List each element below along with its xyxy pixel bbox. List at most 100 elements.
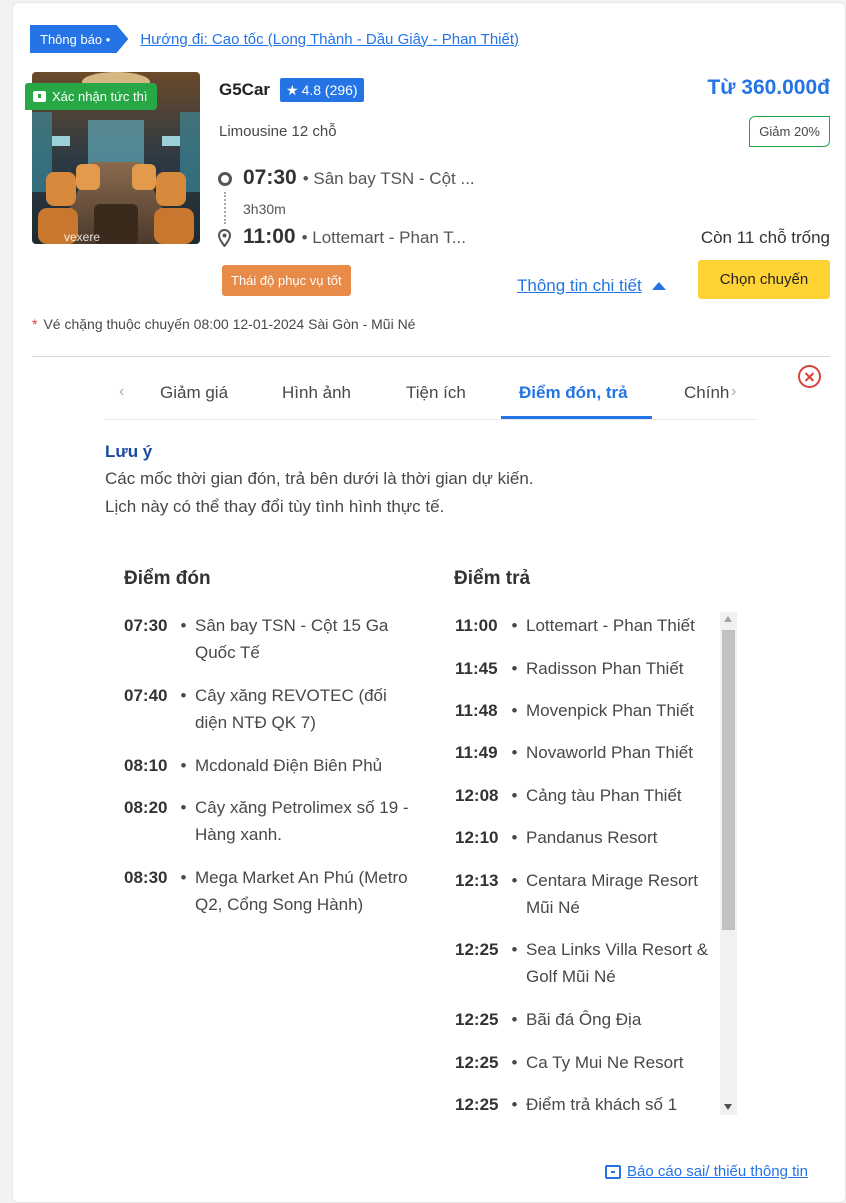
stop-time: 12:25 — [455, 940, 499, 959]
stop-place: Movenpick Phan Thiết — [526, 701, 694, 720]
instant-confirm-label: Xác nhận tức thì — [52, 89, 148, 104]
stop-bullet: • — [180, 756, 187, 775]
location-pin-icon — [218, 229, 231, 247]
detail-info-label: Thông tin chi tiết — [517, 276, 642, 295]
tab-amenities[interactable]: Tiện ích — [406, 383, 466, 403]
stop-place: Điểm trả khách số 1 — [526, 1095, 678, 1114]
instant-confirm-badge: Xác nhận tức thì — [25, 83, 158, 110]
stop-bullet: • — [511, 743, 518, 762]
discount-badge: Giảm 20% — [749, 116, 830, 147]
tab-policy[interactable]: Chính sách — [684, 383, 732, 403]
stop-place: Ca Ty Mui Ne Resort — [526, 1053, 684, 1072]
scrollbar-thumb[interactable] — [722, 630, 735, 930]
stop-row: 08:10 • Mcdonald Điện Biên Phủ — [124, 752, 414, 779]
stop-place: Sân bay TSN - Cột 15 Ga Quốc Tế — [195, 616, 389, 662]
star-icon: ★ — [286, 81, 299, 98]
departure-dot-icon — [218, 172, 232, 186]
arrival-time: 11:00 — [243, 225, 296, 248]
report-link[interactable]: Báo cáo sai/ thiếu thông tin — [605, 1163, 808, 1180]
choose-trip-button[interactable]: Chọn chuyến — [698, 260, 830, 299]
stop-row: 12:25 • Sea Links Villa Resort & Golf Mũi … — [455, 936, 717, 990]
tab-next-icon[interactable]: › — [731, 383, 736, 401]
stop-time: 12:13 — [455, 871, 499, 890]
stop-bullet: • — [511, 616, 518, 635]
stop-time: 11:49 — [455, 743, 498, 762]
stop-place: Cây xăng Petrolimex số 19 - Hàng xanh. — [195, 798, 409, 844]
stop-time: 07:30 — [124, 616, 168, 635]
tab-images[interactable]: Hình ảnh — [282, 383, 351, 403]
stop-time: 12:08 — [455, 786, 499, 805]
route-notice-link[interactable]: Hướng đi: Cao tốc (Long Thành - Dầu Giây… — [140, 31, 519, 48]
dropoff-scrollbar[interactable] — [720, 612, 737, 1115]
tab-pickup-dropoff[interactable]: Điểm đón, trả — [519, 383, 628, 403]
detail-tabs: ‹ Giảm giá Hình ảnh Tiện ích Điểm đón, t… — [104, 370, 756, 420]
notice-title: Lưu ý — [105, 442, 153, 461]
pickup-title: Điểm đón — [124, 568, 211, 589]
stop-time: 11:48 — [455, 701, 498, 720]
close-icon[interactable] — [798, 365, 821, 388]
stop-bullet: • — [180, 868, 187, 887]
stop-row: 11:49 • Novaworld Phan Thiết — [455, 739, 717, 766]
scroll-up-arrow-icon[interactable] — [724, 616, 732, 622]
tab-discount[interactable]: Giảm giá — [160, 383, 228, 403]
stop-place: Cảng tàu Phan Thiết — [526, 786, 682, 805]
stop-bullet: • — [511, 701, 518, 720]
stop-row: 07:40 • Cây xăng REVOTEC (đối diện NTĐ QK … — [124, 682, 414, 736]
stop-place: Mega Market An Phú (Metro Q2, Cổng Song … — [195, 868, 408, 914]
notice-badge: Thông báo • — [30, 25, 129, 53]
ticket-price: Từ 360.000đ — [707, 76, 830, 99]
stop-bullet: • — [511, 1095, 518, 1114]
stop-time: 12:25 — [455, 1053, 499, 1072]
trip-duration: 3h30m — [243, 201, 286, 217]
tab-prev-icon[interactable]: ‹ — [119, 383, 124, 401]
stop-place: Novaworld Phan Thiết — [526, 743, 693, 762]
stop-row: 11:45 • Radisson Phan Thiết — [455, 655, 717, 682]
detail-info-toggle[interactable]: Thông tin chi tiết — [517, 276, 666, 296]
stop-bullet: • — [511, 828, 518, 847]
stop-bullet: • — [511, 1010, 518, 1029]
stop-time: 12:25 — [455, 1010, 499, 1029]
active-tab-indicator — [501, 416, 652, 419]
stop-row: 07:30 • Sân bay TSN - Cột 15 Ga Quốc Tế — [124, 612, 414, 666]
stop-place: Mcdonald Điện Biên Phủ — [195, 756, 383, 775]
notice-line-2: Lịch này có thể thay đổi tùy tình hình t… — [105, 497, 445, 516]
stop-bullet: • — [511, 786, 518, 805]
departure-row: 07:30 • Sân bay TSN - Cột ... — [243, 166, 475, 190]
rating-value: 4.8 (296) — [301, 82, 358, 98]
stop-place: Bãi đá Ông Địa — [526, 1010, 642, 1029]
stop-time: 12:10 — [455, 828, 499, 847]
stop-bullet: • — [180, 616, 187, 635]
report-link-label: Báo cáo sai/ thiếu thông tin — [627, 1163, 808, 1180]
tab-policy-clip: Chính sách — [670, 370, 732, 418]
arrival-row: 11:00 • Lottemart - Phan T... — [243, 225, 466, 249]
stop-row: 11:00 • Lottemart - Phan Thiết — [455, 612, 717, 639]
stop-row: 12:08 • Cảng tàu Phan Thiết — [455, 782, 717, 809]
route-notice: Thông báo • Hướng đi: Cao tốc (Long Thàn… — [30, 24, 519, 54]
dropoff-title: Điểm trả — [454, 568, 531, 589]
stop-place: Centara Mirage Resort Mũi Né — [526, 871, 698, 917]
stop-time: 08:30 — [124, 868, 168, 887]
stop-place: Cây xăng REVOTEC (đối diện NTĐ QK 7) — [195, 686, 387, 732]
departure-place: • Sân bay TSN - Cột ... — [302, 169, 475, 188]
stop-bullet: • — [511, 871, 518, 890]
stop-bullet: • — [511, 1053, 518, 1072]
service-quality-tag: Thái độ phục vụ tốt — [222, 265, 351, 296]
operator-name[interactable]: G5Car — [219, 80, 270, 100]
stop-time: 12:25 — [455, 1095, 499, 1114]
thumb-watermark: vexere — [64, 230, 101, 244]
stop-place: Pandanus Resort — [526, 828, 658, 847]
ticket-icon — [33, 91, 46, 102]
scroll-down-arrow-icon[interactable] — [724, 1104, 732, 1110]
stop-bullet: • — [511, 940, 518, 959]
stop-row: 12:10 • Pandanus Resort — [455, 824, 717, 851]
stop-row: 11:48 • Movenpick Phan Thiết — [455, 697, 717, 724]
stop-bullet: • — [180, 798, 187, 817]
stop-place: Sea Links Villa Resort & Golf Mũi Né — [526, 940, 709, 986]
caret-up-icon — [651, 282, 666, 290]
stop-place: Lottemart - Phan Thiết — [526, 616, 695, 635]
stop-row: 12:25 • Ca Ty Mui Ne Resort — [455, 1049, 717, 1076]
rating-badge[interactable]: ★ 4.8 (296) — [280, 78, 364, 102]
stop-bullet: • — [511, 659, 518, 678]
stop-row: 08:30 • Mega Market An Phú (Metro Q2, Cổng… — [124, 864, 414, 918]
stop-bullet: • — [180, 686, 187, 705]
